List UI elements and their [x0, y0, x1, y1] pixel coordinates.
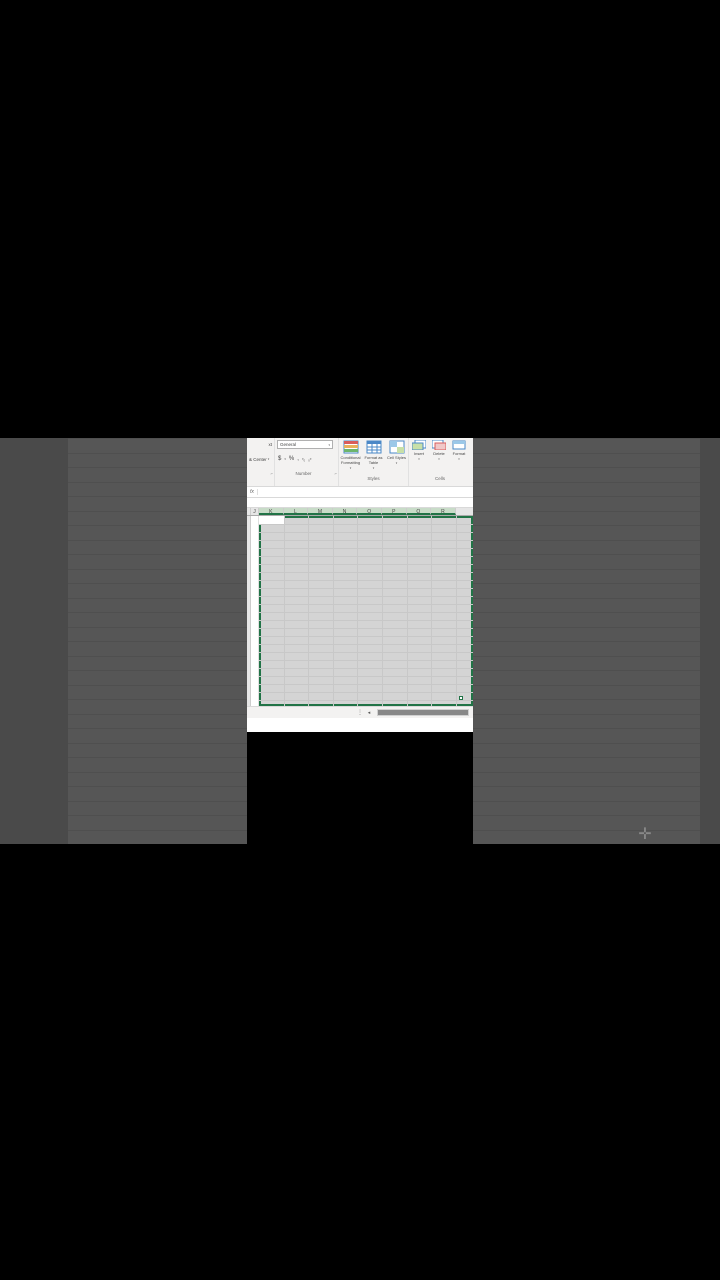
background-left-strip — [0, 438, 247, 844]
bg-grid-left — [68, 438, 247, 844]
column-headers[interactable]: J K L M N O P Q R — [247, 508, 473, 516]
insert-button[interactable]: Insert▾ — [409, 438, 429, 475]
col-header-R[interactable]: R — [431, 508, 456, 515]
number-format-dropdown[interactable]: General ▾ — [275, 438, 338, 450]
increase-decimal-button[interactable]: ⁰₀ — [302, 457, 305, 462]
percent-button[interactable]: % — [289, 456, 294, 462]
cell-styles-button[interactable]: Cell Styles▾ — [385, 438, 408, 475]
bg-grid-right — [473, 438, 700, 844]
format-as-table-icon — [366, 440, 382, 454]
insert-cells-icon — [412, 440, 426, 450]
ribbon-styles-group: Conditional Formatting▾ Format as Table▾… — [339, 438, 409, 486]
background-right-strip: ✛ — [473, 438, 720, 844]
scrollbar-thumb[interactable] — [378, 710, 468, 715]
col-J-cells[interactable] — [251, 516, 259, 706]
comma-button[interactable]: , — [297, 456, 299, 462]
format-as-table-button[interactable]: Format as Table▾ — [362, 438, 385, 475]
ribbon: xt & Center▾ ⌐ General ▾ $ ▾ % , ⁰₀ ₀⁰ — [247, 438, 473, 487]
merge-center-button[interactable]: & Center▾ — [247, 450, 274, 468]
conditional-formatting-button[interactable]: Conditional Formatting▾ — [339, 438, 362, 475]
formula-bar[interactable]: fx — [247, 487, 473, 498]
col-header-J[interactable]: J — [251, 508, 259, 515]
delete-cells-icon — [432, 440, 446, 450]
grid-body[interactable] — [247, 516, 473, 706]
col-header-O[interactable]: O — [357, 508, 382, 515]
status-bar-area — [247, 718, 473, 732]
spreadsheet-grid[interactable]: J K L M N O P Q R — [247, 508, 473, 706]
decrease-decimal-button[interactable]: ₀⁰ — [308, 457, 311, 462]
col-header-L[interactable]: L — [284, 508, 309, 515]
col-header-P[interactable]: P — [382, 508, 407, 515]
active-cell[interactable] — [259, 516, 284, 524]
col-header-N[interactable]: N — [333, 508, 358, 515]
spacer — [247, 498, 473, 508]
number-dialog-launcher-icon[interactable]: ⌐ — [332, 471, 338, 476]
scroll-left-arrow-icon[interactable]: ◂ — [366, 710, 372, 716]
tab-options-icon[interactable]: ⋮ — [357, 709, 363, 716]
excel-window: xt & Center▾ ⌐ General ▾ $ ▾ % , ⁰₀ ₀⁰ — [247, 438, 473, 732]
cell-styles-icon — [389, 440, 405, 454]
ribbon-cells-group: Insert▾ Delete▾ Format▾ Cells — [409, 438, 471, 486]
chevron-down-icon: ▾ — [268, 457, 270, 461]
fx-icon[interactable]: fx — [247, 489, 258, 495]
horizontal-scrollbar[interactable] — [377, 709, 469, 716]
ribbon-number-group: General ▾ $ ▾ % , ⁰₀ ₀⁰ Number ⌐ — [275, 438, 339, 486]
col-header-K[interactable]: K — [259, 508, 284, 515]
alignment-dialog-launcher-icon[interactable]: ⌐ — [268, 471, 274, 476]
cells-group-label: Cells — [409, 475, 471, 482]
ribbon-alignment-group: xt & Center▾ ⌐ — [247, 438, 275, 486]
chevron-down-icon: ▾ — [328, 443, 330, 447]
wrap-text-partial[interactable]: xt — [247, 438, 274, 450]
number-group-label: Number — [275, 470, 332, 477]
format-button[interactable]: Format▾ — [449, 438, 469, 475]
styles-group-label: Styles — [339, 475, 408, 482]
conditional-formatting-icon — [343, 440, 359, 454]
delete-button[interactable]: Delete▾ — [429, 438, 449, 475]
sheet-tab-bar: ⋮ ◂ — [247, 706, 473, 718]
currency-button[interactable]: $ — [278, 456, 281, 462]
cursor-plus-icon: ✛ — [638, 828, 652, 842]
selection-region[interactable] — [259, 516, 473, 706]
col-header-Q[interactable]: Q — [407, 508, 432, 515]
col-header-M[interactable]: M — [308, 508, 333, 515]
format-cells-icon — [452, 440, 466, 450]
